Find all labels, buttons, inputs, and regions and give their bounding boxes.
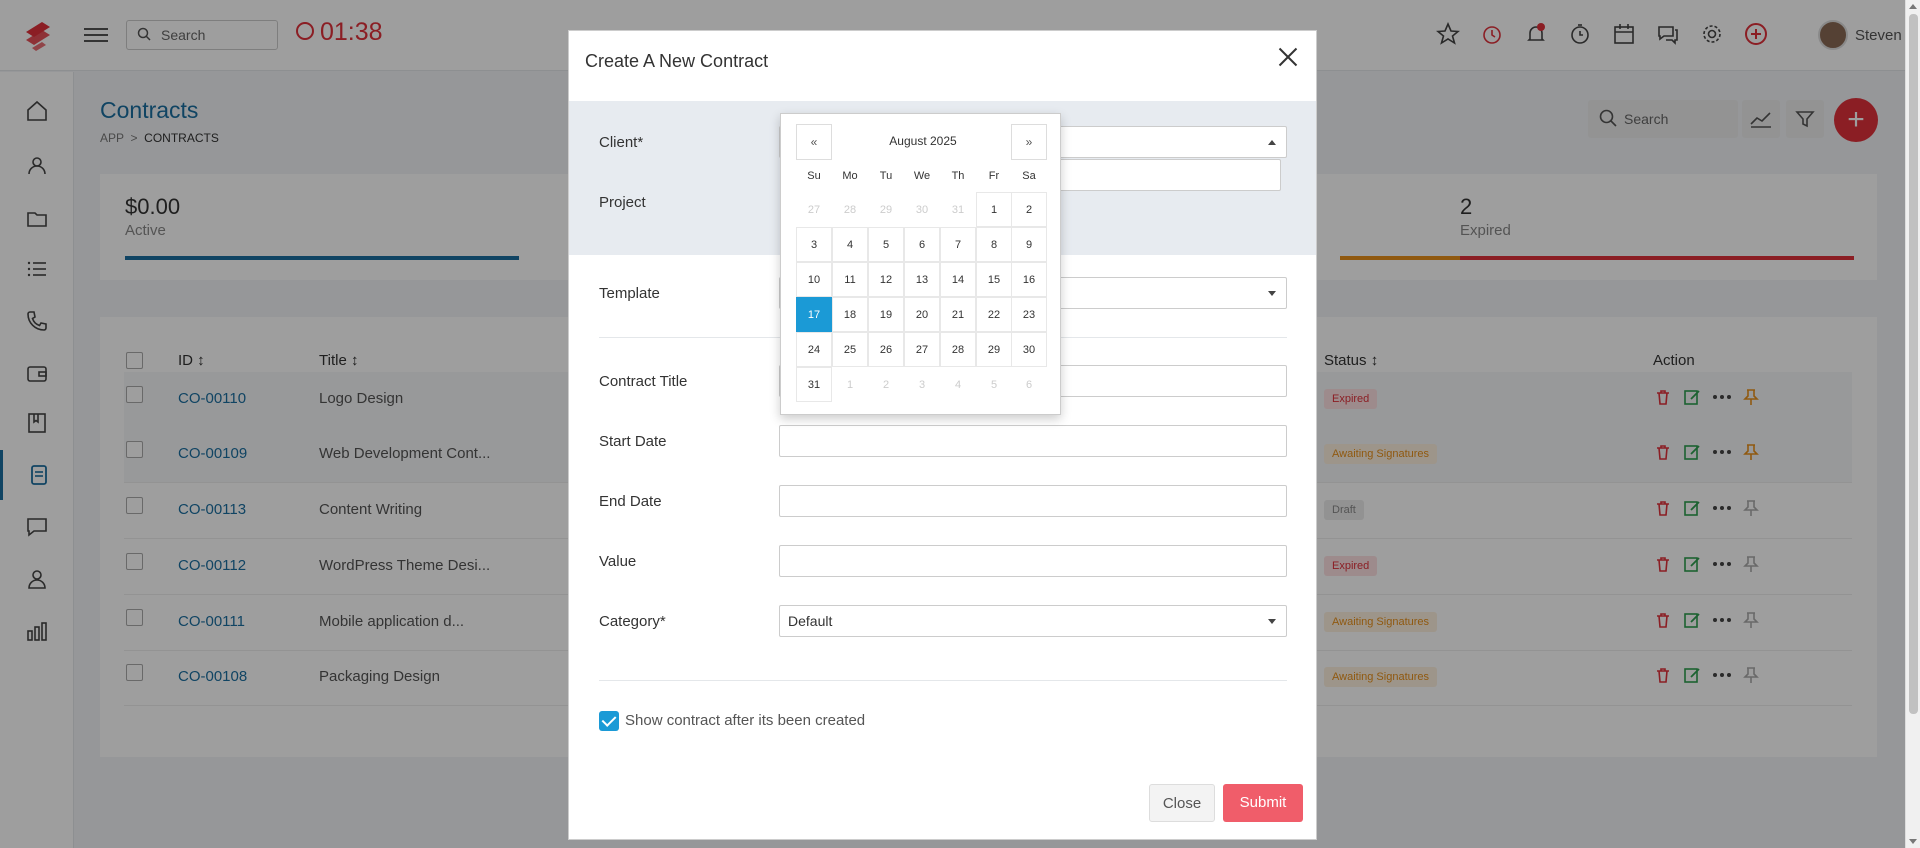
calendar-day[interactable]: 8 [976, 227, 1012, 262]
calendar-day[interactable]: 5 [976, 367, 1012, 402]
calendar-day[interactable]: 11 [832, 262, 868, 297]
project-label: Project [599, 194, 646, 211]
start-date-label: Start Date [599, 433, 667, 450]
contract-title-label: Contract Title [599, 373, 688, 390]
calendar-day[interactable]: 28 [832, 192, 868, 227]
calendar-day[interactable]: 10 [796, 262, 832, 297]
calendar-day[interactable]: 27 [904, 332, 940, 367]
weekday-header: Sa [1022, 170, 1036, 182]
calendar-day[interactable]: 25 [832, 332, 868, 367]
end-date-label: End Date [599, 493, 662, 510]
client-label: Client* [599, 134, 644, 151]
weekday-header: Fr [988, 170, 1000, 182]
calendar-day[interactable]: 31 [940, 192, 976, 227]
calendar-day[interactable]: 30 [904, 192, 940, 227]
next-month-button[interactable]: » [1011, 124, 1047, 160]
datepicker-month-label[interactable]: August 2025 [841, 134, 1005, 148]
calendar-day[interactable]: 1 [832, 367, 868, 402]
calendar-day[interactable]: 9 [1011, 227, 1047, 262]
close-button[interactable]: Close [1149, 784, 1215, 822]
calendar-day[interactable]: 22 [976, 297, 1012, 332]
calendar-day[interactable]: 29 [868, 192, 904, 227]
show-contract-label[interactable]: Show contract after its been created [625, 712, 865, 729]
calendar-day[interactable]: 2 [1011, 192, 1047, 227]
calendar-day[interactable]: 29 [976, 332, 1012, 367]
category-selected-value: Default [788, 613, 833, 629]
weekday-header: Tu [879, 170, 893, 182]
weekday-header: Su [807, 170, 821, 182]
calendar-day[interactable]: 27 [796, 192, 832, 227]
page-scrollbar[interactable] [1905, 0, 1920, 848]
scroll-down-arrow[interactable] [1909, 839, 1917, 844]
calendar-day[interactable]: 26 [868, 332, 904, 367]
calendar-day[interactable]: 24 [796, 332, 832, 367]
end-date-input[interactable] [779, 485, 1287, 517]
value-label: Value [599, 553, 637, 570]
calendar-day[interactable]: 2 [868, 367, 904, 402]
calendar-day[interactable]: 14 [940, 262, 976, 297]
calendar-day[interactable]: 3 [796, 227, 832, 262]
calendar-day[interactable]: 4 [940, 367, 976, 402]
calendar-day[interactable]: 15 [976, 262, 1012, 297]
datepicker: « August 2025 » Su Mo Tu We Th Fr Sa 27 28 29 30 31… [780, 113, 1061, 415]
scroll-thumb[interactable] [1909, 14, 1918, 714]
submit-button[interactable]: Submit [1223, 784, 1303, 822]
calendar-day[interactable]: 21 [940, 297, 976, 332]
calendar-day[interactable]: 16 [1011, 262, 1047, 297]
selected-day[interactable]: 17 [796, 297, 832, 332]
chevron-down-icon [1268, 619, 1276, 624]
calendar-day[interactable]: 30 [1011, 332, 1047, 367]
calendar-day[interactable]: 6 [904, 227, 940, 262]
calendar-day[interactable]: 28 [940, 332, 976, 367]
calendar-day[interactable]: 31 [796, 367, 832, 402]
calendar-day[interactable]: 23 [1011, 297, 1047, 332]
calendar-day[interactable]: 13 [904, 262, 940, 297]
calendar-day[interactable]: 20 [904, 297, 940, 332]
show-contract-checkbox[interactable] [599, 711, 619, 731]
calendar-day[interactable]: 3 [904, 367, 940, 402]
value-input[interactable] [779, 545, 1287, 577]
calendar-day[interactable]: 4 [832, 227, 868, 262]
weekday-header: Th [951, 170, 965, 182]
calendar-day[interactable]: 18 [832, 297, 868, 332]
start-date-input[interactable] [779, 425, 1287, 457]
category-select[interactable]: Default [779, 605, 1287, 637]
modal-title: Create A New Contract [585, 51, 769, 71]
weekday-header: Mo [842, 170, 858, 182]
chevron-up-icon [1268, 140, 1276, 145]
calendar-day[interactable]: 12 [868, 262, 904, 297]
calendar-day[interactable]: 1 [976, 192, 1012, 227]
chevron-down-icon [1268, 291, 1276, 296]
close-icon[interactable] [1274, 43, 1302, 71]
calendar-day[interactable]: 6 [1011, 367, 1047, 402]
weekday-header: We [913, 170, 931, 182]
calendar-day[interactable]: 5 [868, 227, 904, 262]
calendar-day[interactable]: 7 [940, 227, 976, 262]
template-label: Template [599, 285, 660, 302]
scroll-up-arrow[interactable] [1909, 4, 1917, 9]
divider [599, 680, 1287, 681]
category-label: Category* [599, 613, 666, 630]
calendar-day[interactable]: 19 [868, 297, 904, 332]
prev-month-button[interactable]: « [796, 124, 832, 160]
